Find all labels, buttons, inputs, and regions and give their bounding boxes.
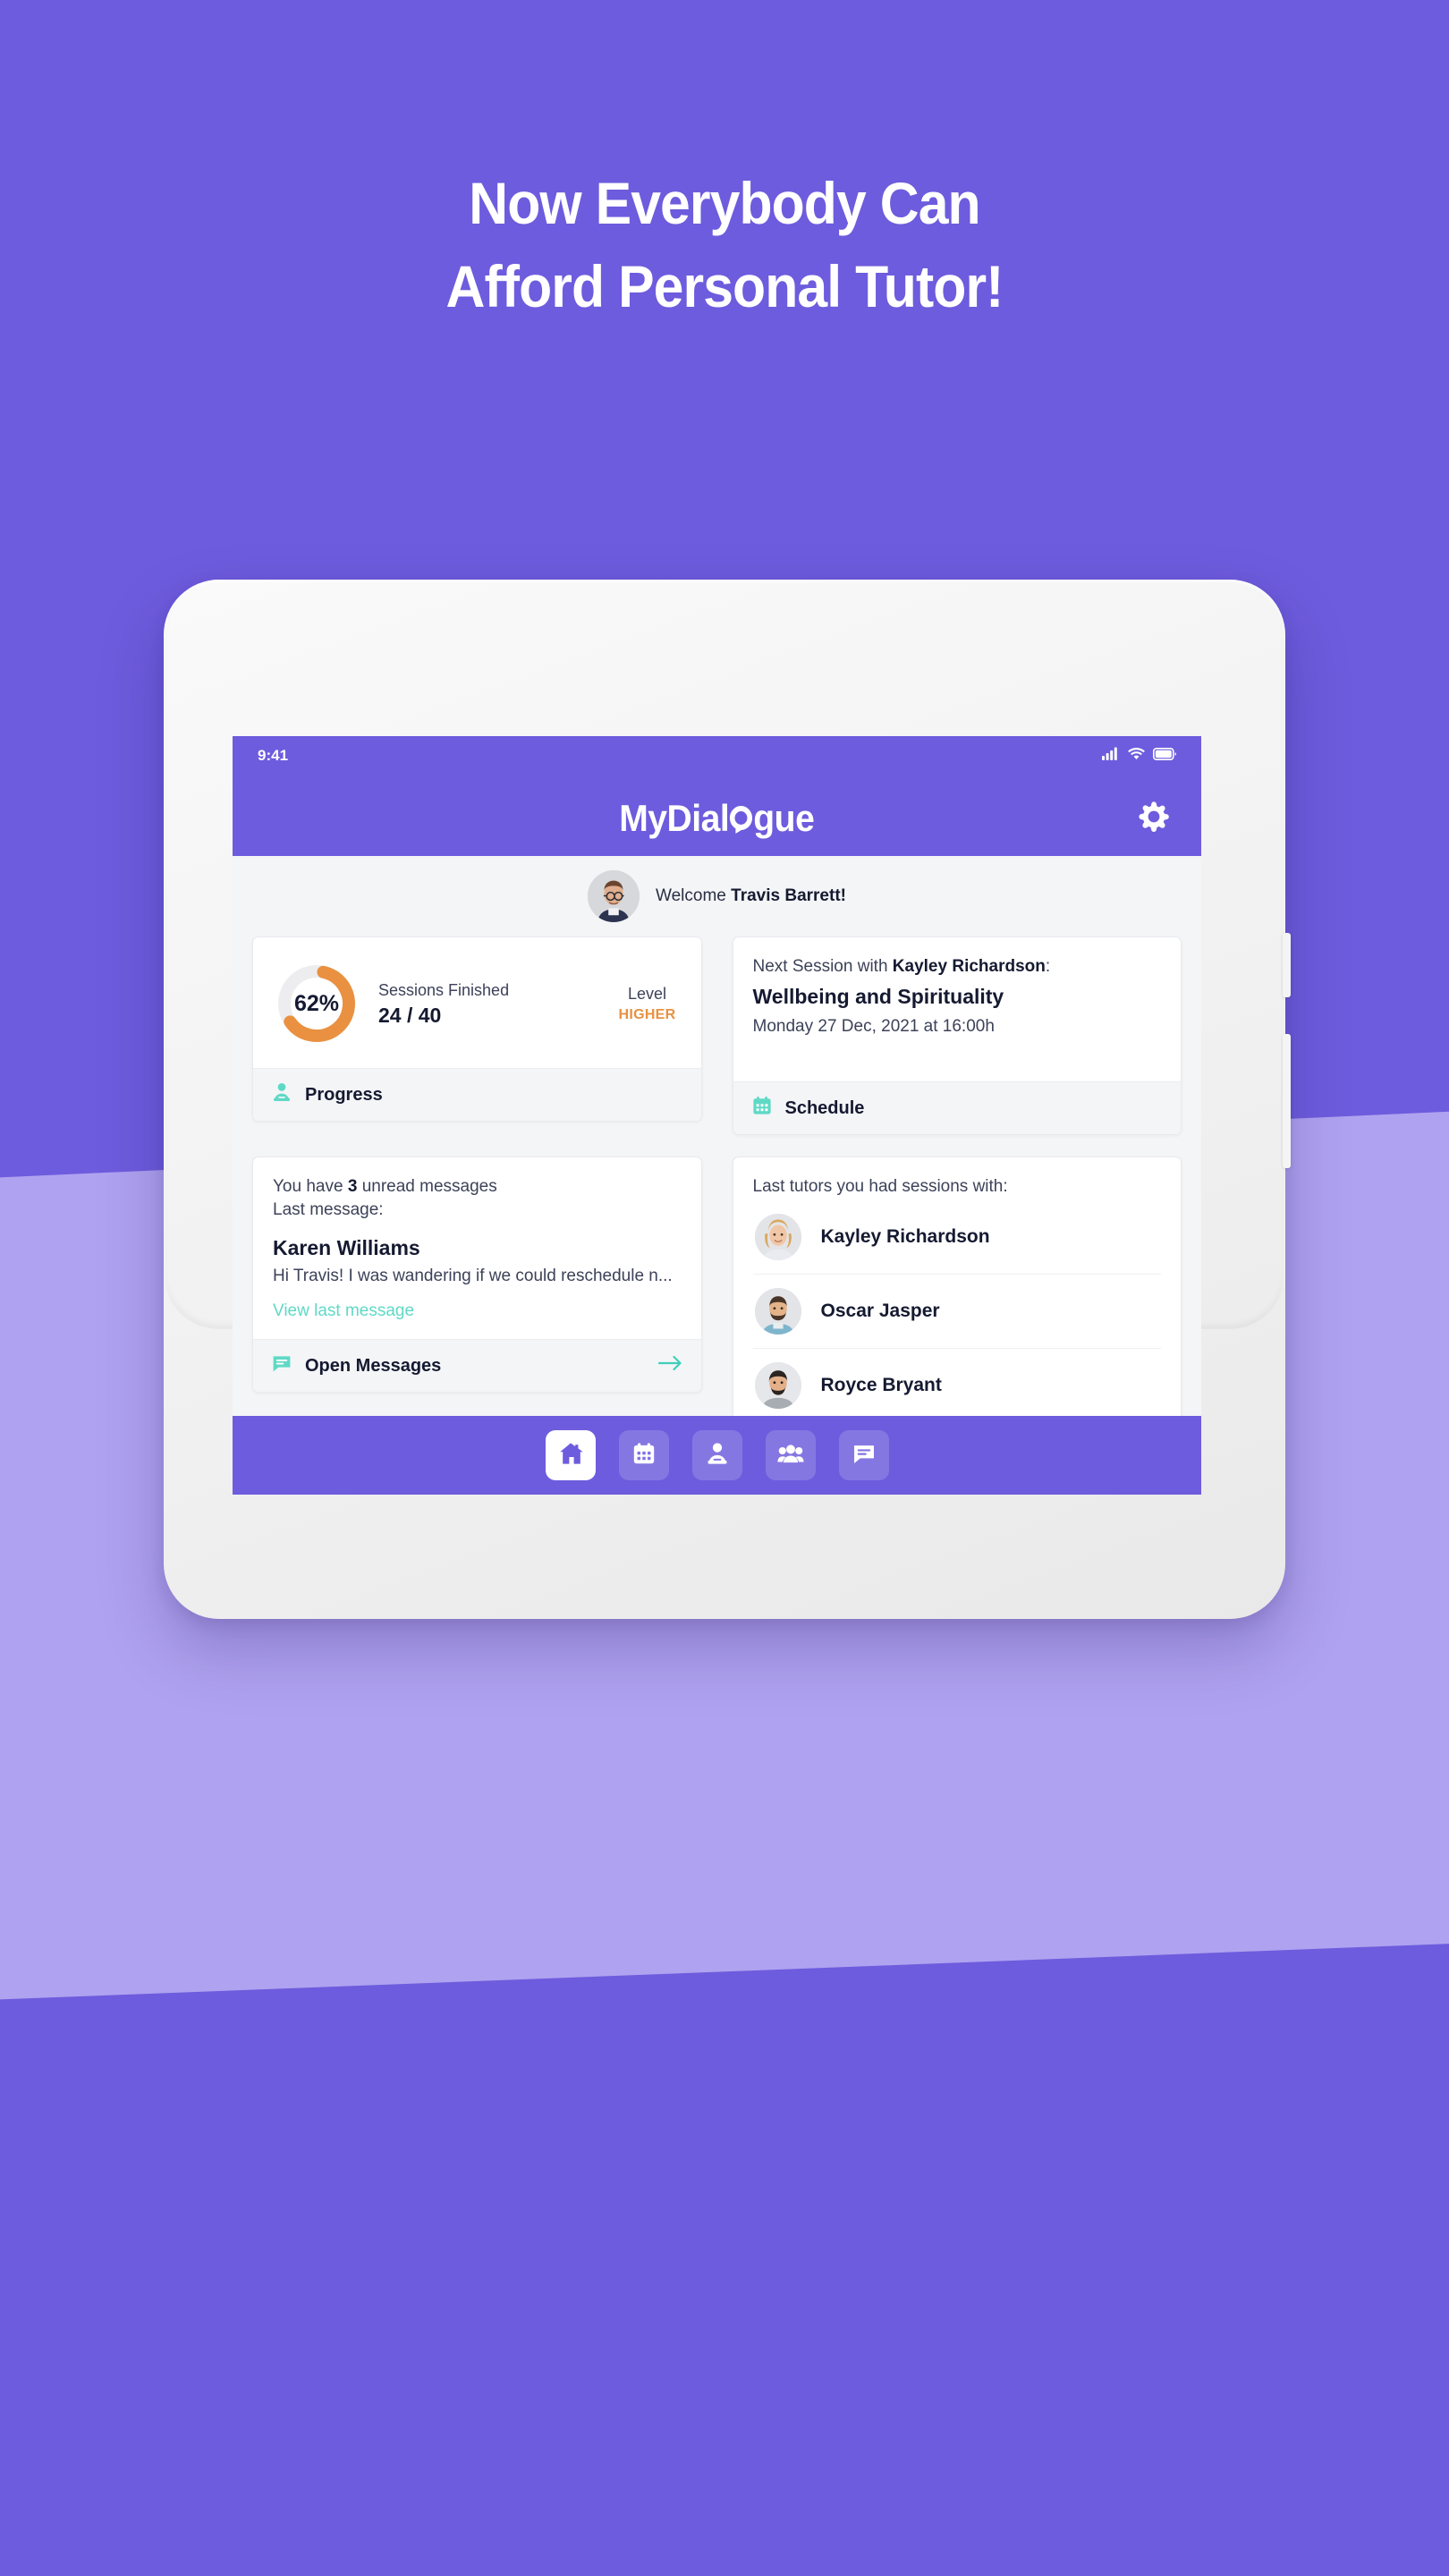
schedule-footer-button[interactable]: Schedule (733, 1081, 1181, 1134)
status-time: 9:41 (258, 747, 289, 764)
open-messages-label: Open Messages (305, 1355, 442, 1376)
person-at-desk-icon (705, 1441, 730, 1470)
unread-prefix: You have (273, 1177, 343, 1196)
avatar-illustration (588, 870, 640, 922)
progress-card: 62% Sessions Finished 24 / 40 Level HIGH… (252, 936, 702, 1122)
promo-headline: Now Everybody Can Afford Personal Tutor! (58, 170, 1391, 320)
app-header: 9:41 MyDial gue (233, 736, 1201, 856)
chat-bubble-icon (271, 1352, 292, 1379)
unread-suffix: unread messages (361, 1177, 497, 1196)
headline-line-1: Now Everybody Can (469, 170, 980, 236)
progress-donut-chart: 62% (273, 960, 360, 1047)
tutor-list-item[interactable]: Royce Bryant (753, 1349, 1162, 1422)
session-datetime: Monday 27 Dec, 2021 at 16:00h (752, 1017, 995, 1036)
sessions-finished-label: Sessions Finished (378, 980, 510, 999)
open-messages-button[interactable]: Open Messages (253, 1339, 701, 1392)
nav-tutors-button[interactable] (765, 1430, 816, 1480)
session-title: Wellbeing and Spirituality (752, 985, 1004, 1008)
arrow-right-icon (657, 1354, 683, 1377)
people-group-icon (776, 1442, 804, 1470)
next-session-line: Next Session with Kayley Richardson: (753, 957, 1162, 977)
calendar-icon (751, 1095, 773, 1122)
sessions-finished-value: 24 / 40 (378, 1004, 442, 1028)
welcome-bar: Welcome Travis Barrett! (233, 856, 1201, 936)
background-band-dark (0, 1938, 1449, 2576)
person-at-desk-icon (271, 1081, 292, 1108)
view-last-message-link[interactable]: View last message (273, 1301, 682, 1321)
last-message-label: Last message: (273, 1200, 384, 1219)
progress-footer-label: Progress (305, 1084, 383, 1105)
app-screen: 9:41 MyDial gue Welcome Travis Barrett! … (233, 736, 1201, 1495)
nav-home-button[interactable] (545, 1430, 596, 1480)
status-bar: 9:41 (233, 736, 1201, 775)
schedule-card: Next Session with Kayley Richardson: Wel… (732, 936, 1182, 1135)
progress-footer-button[interactable]: Progress (253, 1068, 701, 1121)
power-button[interactable] (1283, 933, 1291, 997)
tutor-name: Kayley Richardson (820, 1226, 990, 1247)
home-icon (557, 1440, 584, 1471)
schedule-footer-label: Schedule (784, 1097, 865, 1118)
app-title-part-1: MyDial (619, 797, 730, 839)
chat-bubble-icon (852, 1441, 877, 1470)
tutors-heading: Last tutors you had sessions with: (752, 1177, 1008, 1196)
tutor-list-item[interactable]: Oscar Jasper (752, 1275, 1161, 1349)
welcome-greeting: Welcome (656, 886, 726, 905)
progress-percent-label: 62% (293, 990, 340, 1016)
settings-button[interactable] (1133, 798, 1174, 839)
message-preview: Hi Travis! I was wandering if we could r… (273, 1267, 673, 1285)
next-session-suffix: : (1045, 957, 1051, 976)
dashboard-cards: 62% Sessions Finished 24 / 40 Level HIGH… (233, 936, 1201, 1481)
volume-button[interactable] (1283, 1034, 1291, 1168)
nav-messages-button[interactable] (838, 1430, 889, 1480)
tutor-avatar-male-beard (754, 1288, 801, 1335)
messages-card: You have 3 unread messages Last message:… (252, 1157, 702, 1393)
tutor-name: Oscar Jasper (820, 1301, 940, 1321)
welcome-text: Welcome Travis Barrett! (656, 886, 846, 906)
unread-count: 3 (347, 1177, 358, 1196)
next-session-tutor: Kayley Richardson (892, 957, 1046, 976)
tutor-list-item[interactable]: Kayley Richardson (752, 1200, 1161, 1275)
next-session-prefix: Next Session with (752, 957, 888, 976)
tutor-name: Royce Bryant (820, 1375, 942, 1395)
wifi-icon (1128, 747, 1145, 765)
nav-calendar-button[interactable] (618, 1430, 669, 1480)
app-title: MyDial gue (619, 797, 816, 840)
unread-messages-line: You have 3 unread messages (273, 1177, 682, 1197)
nav-progress-button[interactable] (691, 1430, 742, 1480)
level-value: HIGHER (618, 1006, 676, 1022)
welcome-username: Travis Barrett! (731, 886, 846, 905)
calendar-icon (631, 1441, 657, 1470)
speech-bubble-o-icon (730, 806, 753, 834)
app-title-part-2: gue (753, 797, 816, 839)
user-avatar (588, 870, 640, 922)
tutor-avatar-male-dark (754, 1362, 801, 1409)
headline-line-2: Afford Personal Tutor! (445, 253, 1004, 320)
bottom-navigation (233, 1416, 1201, 1495)
signal-bars-icon (1102, 747, 1120, 765)
tutor-avatar-female (754, 1214, 801, 1260)
tablet-device: 9:41 MyDial gue Welcome Travis Barrett! … (164, 580, 1291, 1619)
battery-icon (1153, 747, 1176, 765)
gear-icon (1136, 799, 1172, 839)
level-label: Level (627, 984, 666, 1003)
message-sender-name: Karen Williams (273, 1236, 420, 1259)
